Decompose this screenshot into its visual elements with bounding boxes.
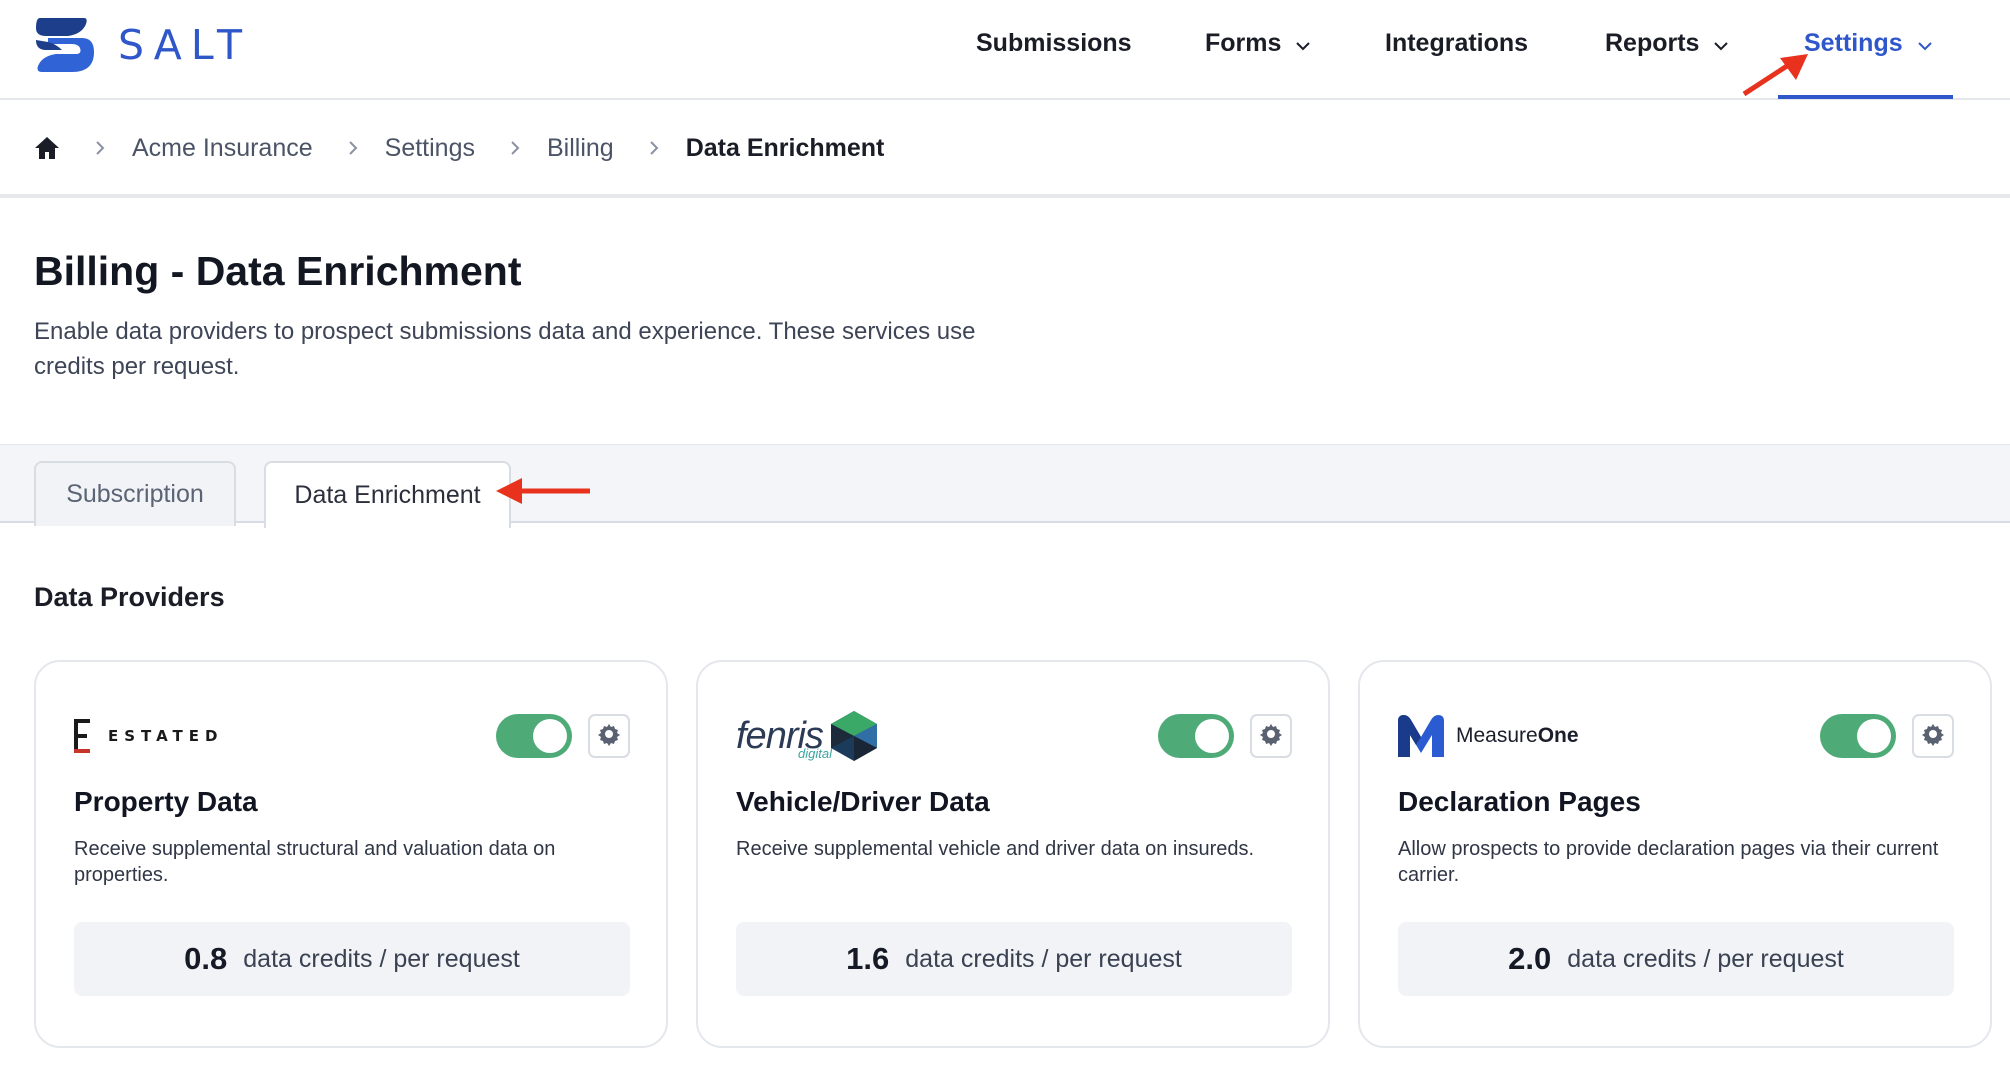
- toggle-knob: [1195, 719, 1229, 753]
- page-description: Enable data providers to prospect submis…: [34, 318, 976, 380]
- chevron-down-icon: [1713, 29, 1729, 58]
- section-title: Data Providers: [34, 582, 225, 612]
- nav-settings[interactable]: Settings: [1804, 26, 1933, 60]
- brand-name: SALT: [118, 21, 252, 69]
- breadcrumb-billing[interactable]: Billing: [547, 134, 614, 163]
- provider-description: Receive supplemental vehicle and driver …: [736, 838, 1255, 860]
- estated-logo-icon: [74, 719, 90, 753]
- measureone-logo-text-a: Measure: [1456, 724, 1538, 747]
- measureone-logo: MeasureOne: [1398, 708, 1579, 764]
- credits-value: 2.0: [1508, 941, 1552, 976]
- breadcrumb-bar: Acme Insurance Settings Billing Data Enr…: [0, 100, 2010, 198]
- home-icon[interactable]: [34, 135, 60, 161]
- credits-unit: data credits / per request: [1567, 944, 1844, 973]
- settings-button[interactable]: [1912, 714, 1954, 758]
- nav-integrations-label: Integrations: [1385, 28, 1529, 57]
- nav-submissions[interactable]: Submissions: [976, 26, 1132, 60]
- credits-box: 0.8 data credits / per request: [74, 922, 630, 996]
- tab-subscription[interactable]: Subscription: [34, 461, 236, 526]
- credits-value: 1.6: [846, 941, 890, 976]
- fenris-logo-icon: [830, 711, 877, 761]
- nav-forms-label: Forms: [1205, 28, 1282, 57]
- provider-title: Property Data: [74, 786, 258, 817]
- settings-button[interactable]: [588, 714, 630, 758]
- chevron-right-icon: [94, 134, 108, 163]
- chevron-down-icon: [1917, 29, 1933, 58]
- credits-unit: data credits / per request: [905, 944, 1182, 973]
- tab-data-enrichment-label: Data Enrichment: [294, 481, 481, 509]
- measureone-logo-text-b: One: [1537, 724, 1579, 747]
- enable-toggle[interactable]: [1158, 714, 1234, 758]
- tab-strip: Subscription Data Enrichment: [0, 444, 2010, 528]
- enable-toggle[interactable]: [496, 714, 572, 758]
- fenris-logo: fenris digital: [736, 708, 877, 764]
- provider-description: Allow prospects to provide declaration p…: [1398, 838, 1939, 886]
- gear-icon: [597, 722, 621, 751]
- breadcrumb-settings[interactable]: Settings: [385, 134, 475, 163]
- provider-card-fenris: fenris digital Vehicle/Driver Data Recei…: [696, 660, 1330, 1048]
- nav-forms[interactable]: Forms: [1205, 26, 1311, 60]
- enable-toggle[interactable]: [1820, 714, 1896, 758]
- toggle-knob: [1857, 719, 1891, 753]
- measureone-logo-icon: [1398, 715, 1444, 757]
- credits-value: 0.8: [184, 941, 228, 976]
- nav-settings-label: Settings: [1804, 28, 1903, 57]
- measureone-logo-text: MeasureOne: [1456, 724, 1579, 748]
- salt-logo[interactable]: SALT: [32, 14, 251, 76]
- provider-card-estated: ESTATED Property Data Receive supplement…: [34, 660, 668, 1048]
- chevron-right-icon: [648, 134, 662, 163]
- credits-box: 2.0 data credits / per request: [1398, 922, 1954, 996]
- credits-box: 1.6 data credits / per request: [736, 922, 1292, 996]
- credits-unit: data credits / per request: [243, 944, 520, 973]
- nav-reports-label: Reports: [1605, 28, 1700, 57]
- estated-logo: ESTATED: [74, 708, 224, 764]
- nav-submissions-label: Submissions: [976, 28, 1132, 57]
- salt-logo-icon: [36, 18, 94, 72]
- provider-description: Receive supplemental structural and valu…: [74, 838, 556, 886]
- tab-data-enrichment[interactable]: Data Enrichment: [264, 461, 511, 528]
- provider-card-measureone: MeasureOne Declaration Pages Allow prosp…: [1358, 660, 1992, 1048]
- annotation-arrow-icon: [1742, 54, 1808, 97]
- tab-subscription-label: Subscription: [66, 480, 204, 508]
- toggle-knob: [533, 719, 567, 753]
- gear-icon: [1259, 722, 1283, 751]
- page-title: Billing - Data Enrichment: [34, 248, 522, 294]
- estated-logo-text: ESTATED: [108, 727, 224, 745]
- gear-icon: [1921, 722, 1945, 751]
- settings-button[interactable]: [1250, 714, 1292, 758]
- breadcrumb-acme-insurance[interactable]: Acme Insurance: [132, 134, 313, 163]
- breadcrumb-current: Data Enrichment: [685, 133, 885, 162]
- chevron-right-icon: [509, 134, 523, 163]
- annotation-arrow-icon: [496, 478, 590, 504]
- top-navigation-bar: SALT Submissions Forms Integrations Repo…: [0, 0, 2010, 100]
- nav-integrations[interactable]: Integrations: [1385, 26, 1528, 60]
- nav-reports[interactable]: Reports: [1605, 26, 1729, 60]
- provider-title: Vehicle/Driver Data: [736, 786, 990, 817]
- fenris-logo-subtext: digital: [798, 746, 832, 761]
- breadcrumb: Acme Insurance Settings Billing Data Enr…: [34, 130, 884, 166]
- provider-title: Declaration Pages: [1398, 786, 1641, 817]
- chevron-down-icon: [1295, 29, 1311, 58]
- chevron-right-icon: [347, 134, 361, 163]
